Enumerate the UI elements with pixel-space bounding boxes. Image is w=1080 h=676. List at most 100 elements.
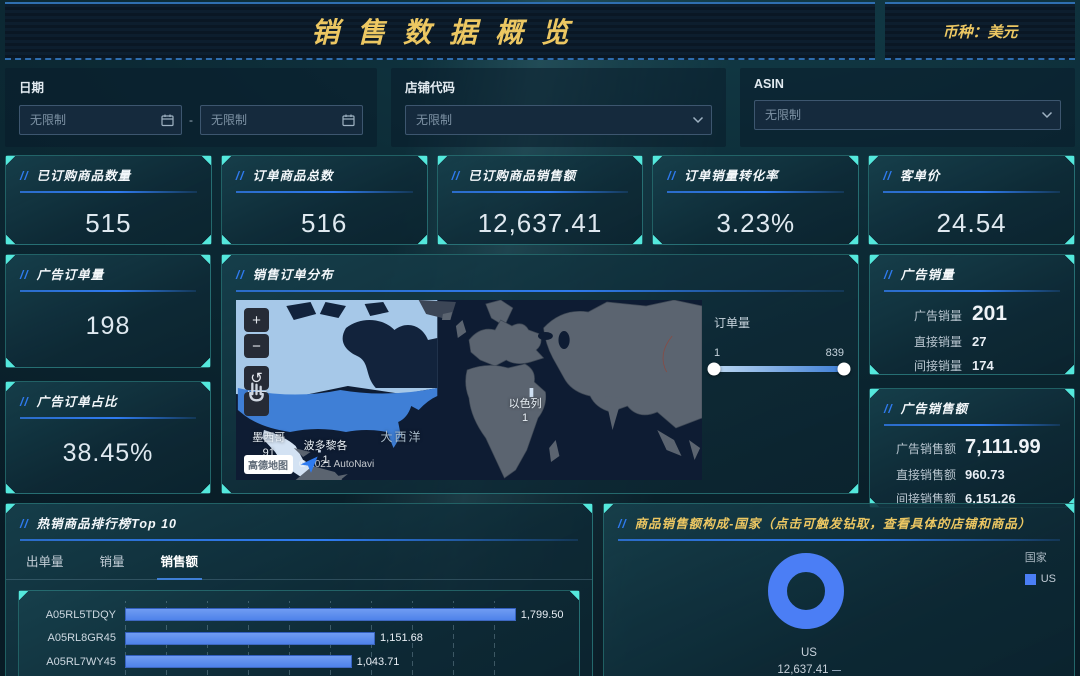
double-slash-icon: [20, 393, 29, 411]
date-end-input[interactable]: [200, 105, 363, 135]
ad-sales-qty-card: 广告销量 广告销量 201 直接销量 27 间接销量 174: [869, 254, 1075, 375]
kpi-title: 已订购商品销售额: [468, 169, 577, 183]
double-slash-icon: [236, 167, 245, 185]
chevron-down-icon: [1041, 111, 1053, 119]
date-start-input[interactable]: [19, 105, 182, 135]
bar[interactable]: [125, 631, 376, 645]
ad-orders-card: 广告订单量 198: [5, 254, 211, 368]
amap-logo: 高德地图: [244, 455, 318, 474]
bar-category-label: A05RL7WY45: [46, 655, 116, 668]
date-range-separator: -: [189, 113, 193, 127]
filter-bar: 日期 - 店铺代码: [5, 68, 1075, 147]
bar-category-label: A05RL8GR45: [47, 632, 117, 645]
ad-orders-value: 198: [85, 312, 131, 340]
double-slash-icon: [20, 266, 29, 284]
kpi-card-avg-order: 客单价 24.54: [868, 155, 1075, 245]
stat-value: 7,111.99: [965, 436, 1041, 458]
legend-item-us[interactable]: US: [1024, 573, 1056, 585]
top-products-panel: 热销商品排行榜Top 10 出单量 销量 销售额 A05RL5TDQY 1,79…: [5, 503, 593, 676]
range-slider[interactable]: [707, 362, 851, 376]
card-title: 广告销量: [900, 268, 955, 282]
country-composition-title: 商品销售额构成-国家（点击可触发钻取，查看具体的店铺和商品）: [634, 517, 1032, 531]
map-label-israel: 以色列 1: [508, 398, 542, 425]
map-slider-panel: 订单量 1 839: [707, 300, 851, 480]
store-select[interactable]: [405, 105, 712, 135]
calendar-icon: [161, 114, 174, 127]
hand-icon: [249, 382, 264, 402]
page-title: 销售数据概览: [310, 17, 587, 48]
slider-min-label: 1: [714, 347, 721, 359]
legend-title: 国家: [1024, 552, 1047, 564]
bar[interactable]: [125, 608, 516, 622]
map-mode-controls: ↺: [244, 366, 269, 418]
tab-sales-amount[interactable]: 销售额: [156, 551, 202, 580]
card-title: 广告订单量: [36, 268, 105, 282]
ad-sales-amount-card: 广告销售额 广告销售额 7,111.99 直接销售额 960.73 间接销售额 …: [869, 388, 1075, 508]
world-map[interactable]: + − ↺ 美国839 墨西哥91: [236, 300, 702, 480]
donut-chart[interactable]: [768, 553, 844, 629]
pan-hand-button[interactable]: [244, 382, 269, 416]
stat-value: 960.73: [965, 467, 1005, 482]
double-slash-icon: [618, 515, 627, 533]
ad-order-ratio-card: 广告订单占比 38.45%: [5, 380, 211, 494]
label-connector-line: [831, 669, 841, 671]
double-slash-icon: [667, 167, 676, 185]
double-slash-icon: [236, 266, 245, 284]
stat-row: 广告销售额 7,111.99: [895, 436, 1041, 458]
double-slash-icon: [883, 167, 892, 185]
left-column: 广告订单量 198 广告订单占比 38.45%: [5, 254, 211, 494]
bar-row: A05RL5TDQY 1,799.50: [29, 603, 569, 627]
right-column: 广告销量 广告销量 201 直接销量 27 间接销量 174: [869, 254, 1075, 508]
filter-group-store: 店铺代码: [391, 68, 726, 147]
kpi-card-sales-amount: 已订购商品销售额 12,637.41: [436, 155, 644, 245]
stat-row: 直接销售额 960.73: [895, 467, 1005, 482]
zoom-in-button[interactable]: +: [244, 308, 269, 332]
tab-order-count[interactable]: 出单量: [26, 551, 64, 579]
bar-value-label: 1,799.50: [520, 608, 564, 621]
card-title: 广告销售额: [900, 402, 969, 416]
top-products-title: 热销商品排行榜Top 10: [36, 517, 177, 531]
bottom-row: 热销商品排行榜Top 10 出单量 销量 销售额 A05RL5TDQY 1,79…: [5, 503, 1075, 676]
double-slash-icon: [452, 167, 461, 185]
double-slash-icon: [20, 167, 29, 185]
zoom-out-button[interactable]: −: [244, 334, 269, 358]
slider-max-label: 839: [825, 347, 844, 359]
asin-filter-label: ASIN: [754, 77, 784, 91]
kpi-title: 订单商品总数: [252, 169, 334, 183]
kpi-card-conversion: 订单销量转化率 3.23%: [652, 155, 860, 245]
date-filter-label: 日期: [19, 81, 45, 95]
map-zoom-controls: + −: [244, 308, 269, 360]
calendar-icon: [342, 114, 355, 127]
stat-row: 直接销量 27: [913, 334, 987, 349]
map-attribution: 高德地图 © 2021 AutoNavi: [244, 455, 374, 474]
double-slash-icon: [884, 266, 893, 284]
bar-chart-panel: A05RL5TDQY 1,799.50 A05RL8GR45 1,151.68 …: [18, 590, 580, 676]
stat-row: 广告销量 201: [913, 302, 1008, 325]
asin-select[interactable]: [754, 100, 1061, 130]
middle-row: 广告订单量 198 广告订单占比 38.45% 销售订单分布: [5, 254, 1075, 508]
donut-legend: 国家 US: [1024, 549, 1056, 585]
stat-value: 174: [972, 358, 994, 373]
slider-handle-min[interactable]: [707, 362, 721, 376]
stat-value: 27: [972, 334, 987, 349]
country-composition-panel: 商品销售额构成-国家（点击可触发钻取，查看具体的店铺和商品） 国家 US US …: [603, 503, 1075, 676]
kpi-value: 3.23%: [716, 208, 796, 238]
kpi-value: 515: [85, 208, 132, 238]
double-slash-icon: [20, 515, 29, 533]
bar-row: A05RL7WY45 1,043.71: [29, 650, 569, 674]
ad-order-ratio-value: 38.45%: [62, 438, 154, 467]
kpi-title: 订单销量转化率: [684, 169, 779, 183]
map-label-atlantic: 大西洋: [380, 429, 423, 444]
header: 销售数据概览 币种：美元: [5, 2, 1075, 60]
slider-handle-max[interactable]: [837, 362, 851, 376]
tab-sales-qty[interactable]: 销量: [100, 551, 125, 579]
slider-title: 订单量: [714, 316, 751, 330]
legend-swatch: [1024, 573, 1036, 585]
store-filter-label: 店铺代码: [405, 81, 456, 95]
kpi-value: 516: [301, 208, 348, 238]
kpi-title: 已订购商品数量: [36, 169, 132, 183]
bar[interactable]: [125, 655, 352, 669]
kpi-title: 客单价: [899, 169, 941, 183]
amap-logo-icon: [300, 456, 318, 473]
double-slash-icon: [884, 400, 893, 418]
